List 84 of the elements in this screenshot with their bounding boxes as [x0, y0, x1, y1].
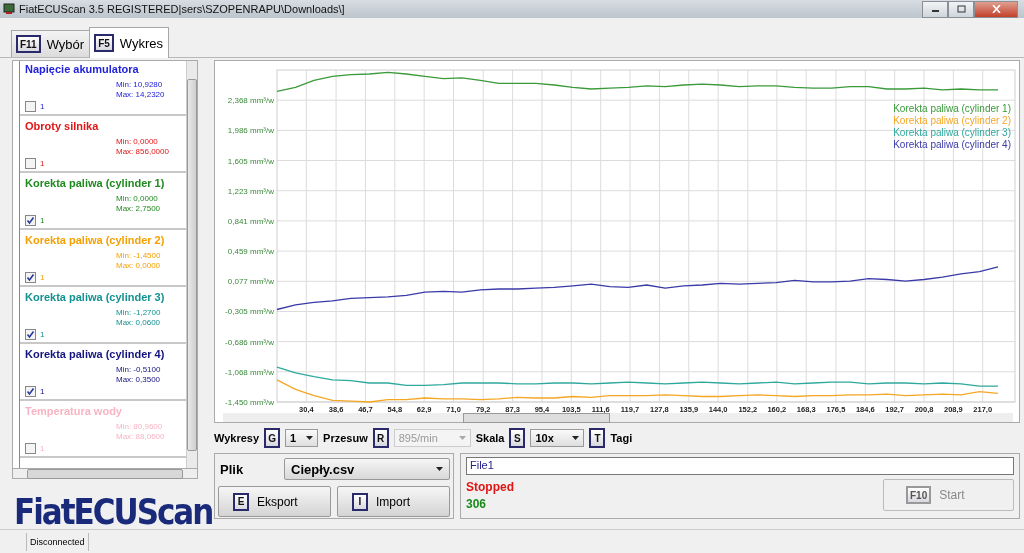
logo: FiatECUScan — [14, 490, 212, 532]
legend-item: Korekta paliwa (cylinder 4) — [893, 139, 1011, 150]
legend-item: Korekta paliwa (cylinder 3) — [893, 127, 1011, 138]
channel-max: Max: 0,3500 — [116, 375, 162, 385]
tab[interactable]: F11 Wybór — [11, 30, 91, 57]
window-title: FiatECUScan 3.5 REGISTERED|sers\SZOPENRAPU\Downloads\] — [19, 3, 345, 15]
y-tick-label: 2,368 mm³/w — [227, 96, 274, 106]
dropdown[interactable]: 10x — [530, 429, 585, 447]
chart-scrollbar[interactable] — [223, 413, 1013, 422]
checkbox[interactable] — [25, 443, 36, 454]
channel-max: Max: 2,7500 — [116, 204, 162, 214]
channel-count: 1 — [40, 444, 45, 453]
y-tick-label: 1,986 mm³/w — [227, 126, 274, 136]
channel-min: Min: -0,5100 — [116, 365, 162, 375]
caret-icon — [572, 436, 580, 440]
channel-count: 1 — [40, 273, 45, 282]
caret-icon — [436, 467, 443, 471]
channel-count: 1 — [40, 159, 45, 168]
channel-name: Obroty silnika — [25, 120, 100, 132]
channel-min: Min: -1,2700 — [116, 308, 162, 318]
shortcut-key: R — [372, 428, 389, 448]
checkbox[interactable] — [25, 272, 36, 283]
channel-name: Temperatura wody — [25, 405, 123, 417]
file-dropdown[interactable]: Ciepły.csv — [284, 458, 450, 480]
legend-item: Korekta paliwa (cylinder 1) — [893, 103, 1011, 114]
channel-min: Min: -1,4500 — [116, 251, 162, 261]
channel-max: Max: 0,0600 — [116, 318, 162, 328]
shortcut-key: G — [264, 428, 281, 448]
channel-min: Min: 0,0000 — [116, 194, 159, 204]
y-tick-label: -1,068 mm³/w — [225, 367, 274, 377]
app-icon — [3, 3, 15, 15]
channel-name: Korekta paliwa (cylinder 2) — [25, 234, 166, 246]
file-name-field[interactable]: File1 — [466, 457, 1014, 475]
channel-count: 1 — [40, 102, 45, 111]
legend-item: Korekta paliwa (cylinder 2) — [893, 115, 1011, 126]
y-tick-label: -1,450 mm³/w — [225, 398, 274, 407]
channel-max: Max: 88,0600 — [116, 432, 166, 442]
channel-name: Korekta paliwa (cylinder 1) — [25, 177, 166, 189]
y-tick-label: 0,841 mm³/w — [227, 216, 274, 226]
caret-icon — [458, 436, 466, 440]
y-tick-label: 1,605 mm³/w — [227, 156, 274, 166]
channel-min: Min: 80,9600 — [116, 422, 164, 432]
caret-icon — [306, 436, 314, 440]
vertical-scrollbar[interactable] — [186, 61, 197, 468]
channel-name: Napięcie akumulatora — [25, 63, 140, 75]
y-tick-label: 0,459 mm³/w — [227, 247, 274, 257]
y-tick-label: -0,686 mm³/w — [225, 337, 274, 347]
channel-min: Min: 10,9280 — [116, 80, 164, 90]
control-label: Wykresy — [214, 432, 260, 444]
control-label: Skala — [475, 432, 505, 444]
channel-name: Korekta paliwa (cylinder 3) — [25, 291, 166, 303]
file-button[interactable]: E Eksport — [218, 486, 331, 517]
checkbox[interactable] — [25, 101, 36, 112]
close-button[interactable] — [974, 0, 1018, 18]
checkbox[interactable] — [25, 158, 36, 169]
channel-count: 1 — [40, 330, 45, 339]
file-button[interactable]: I Import — [337, 486, 450, 517]
channel-count: 1 — [40, 387, 45, 396]
tab[interactable]: F5 Wykres — [89, 27, 170, 58]
checkbox[interactable] — [25, 329, 36, 340]
shortcut-key: T — [589, 428, 606, 448]
close-icon — [991, 5, 1001, 13]
checkbox[interactable] — [25, 215, 36, 226]
shortcut-key: S — [509, 428, 526, 448]
checkbox[interactable] — [25, 386, 36, 397]
control-label: Tagi — [610, 432, 633, 444]
record-count: 306 — [466, 496, 488, 511]
y-tick-label: -0,305 mm³/w — [225, 307, 274, 317]
maximize-icon — [956, 5, 966, 13]
y-tick-label: 1,223 mm³/w — [227, 186, 274, 196]
channel-max: Max: 14,2320 — [116, 90, 166, 100]
channel-max: Max: 0,0000 — [116, 261, 162, 271]
horizontal-scrollbar[interactable] — [12, 469, 198, 479]
channel-min: Min: 0,0000 — [116, 137, 159, 147]
minimize-button[interactable] — [922, 0, 948, 18]
dropdown[interactable]: 1 — [285, 429, 319, 447]
y-tick-label: 0,077 mm³/w — [227, 277, 274, 287]
status-text: Disconnected — [26, 532, 89, 551]
channel-name: Korekta paliwa (cylinder 4) — [25, 348, 166, 360]
control-label: Przesuw — [323, 432, 368, 444]
run-state: Stopped — [466, 479, 514, 494]
channel-count: 1 — [40, 216, 45, 225]
channel-max: Max: 856,0000 — [116, 147, 170, 157]
file-label: Plik — [219, 461, 245, 477]
